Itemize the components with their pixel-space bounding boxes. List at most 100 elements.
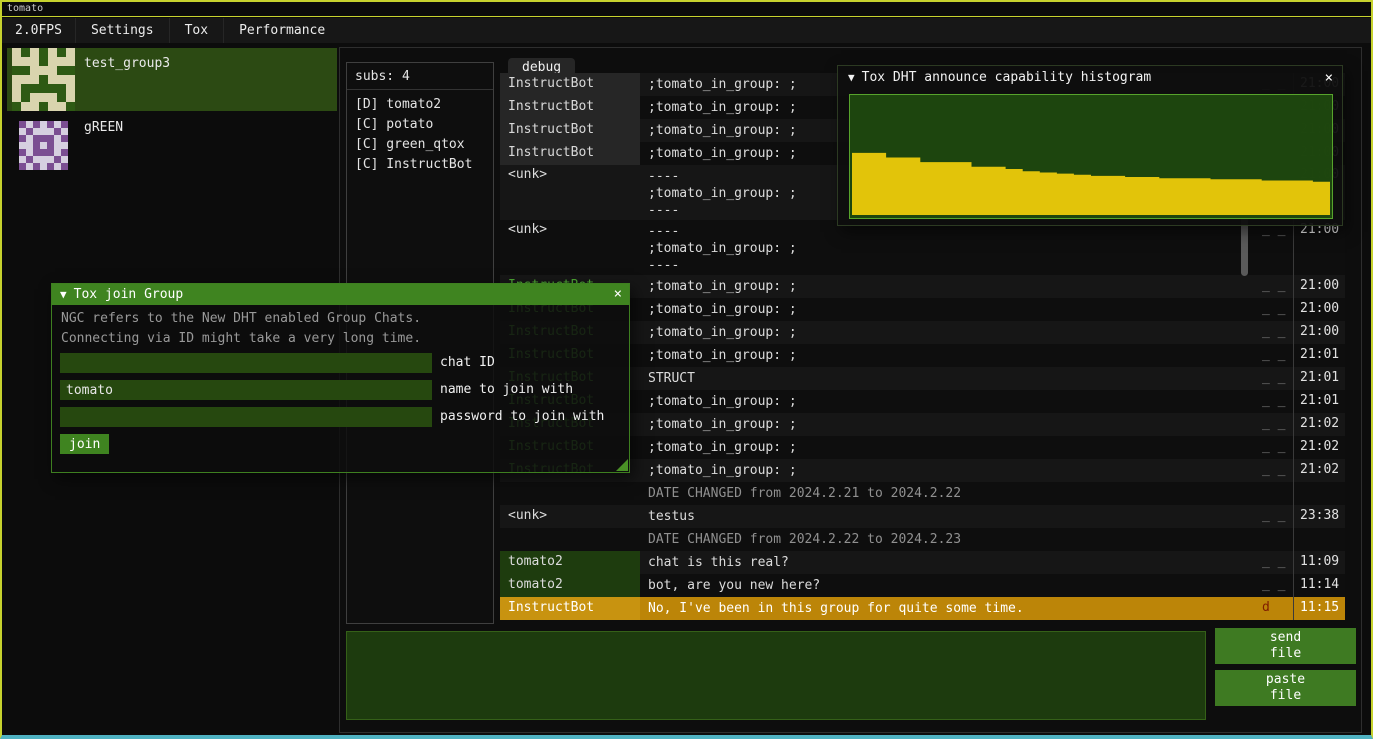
menu-bar: 2.0FPS SettingsToxPerformance (2, 18, 1371, 43)
avatar-pixel (30, 93, 39, 102)
avatar-pixel (54, 135, 61, 142)
collapse-arrow-icon[interactable]: ▼ (848, 71, 855, 84)
avatar-pixel (66, 57, 75, 66)
join-group-body: NGC refers to the New DHT enabled Group … (52, 305, 629, 472)
join-description-line2: Connecting via ID might take a very long… (61, 331, 421, 346)
avatar-pixel (26, 156, 33, 163)
avatar-pixel (26, 121, 33, 128)
dht-histogram-plot (849, 94, 1333, 219)
menu-settings[interactable]: Settings (75, 18, 169, 43)
avatar-pixel (39, 102, 48, 111)
avatar-pixel (48, 93, 57, 102)
message-text: ;tomato_in_group: ; (640, 321, 1256, 344)
subs-list: [D] tomato2[C] potato[C] green_qtox[C] I… (347, 90, 493, 175)
avatar-pixel (61, 156, 68, 163)
avatar-pixel (12, 93, 21, 102)
chat-message-row[interactable]: InstructBotNo, I've been in this group f… (500, 597, 1345, 620)
avatar-pixel (57, 57, 66, 66)
chat-message-row[interactable]: <unk>----;tomato_in_group: ;----_ _21:00 (500, 220, 1345, 275)
date-separator-row[interactable]: DATE CHANGED from 2024.2.22 to 2024.2.23 (500, 528, 1345, 551)
avatar-pixel (48, 57, 57, 66)
group-name: gREEN (84, 120, 123, 135)
message-author (500, 528, 640, 551)
member-item[interactable]: [C] InstructBot (355, 155, 493, 175)
join-button[interactable]: join (60, 434, 109, 454)
join-group-title: Tox join Group (74, 287, 184, 302)
join-description-line1: NGC refers to the New DHT enabled Group … (61, 311, 421, 326)
message-text: ;tomato_in_group: ; (640, 344, 1256, 367)
resize-grip[interactable] (616, 459, 628, 471)
join-field-2: password to join with (60, 407, 604, 427)
receipt-marks: _ _ (1256, 220, 1293, 275)
join-field-0: chat ID (60, 353, 495, 373)
chat-message-row[interactable]: tomato2chat is this real?_ _11:09 (500, 551, 1345, 574)
avatar-pixel (57, 102, 66, 111)
chat-message-row[interactable]: <unk>testus_ _23:38 (500, 505, 1345, 528)
message-text: ----;tomato_in_group: ;---- (640, 220, 1256, 275)
avatar-pixel (54, 163, 61, 170)
avatar-pixel (33, 142, 40, 149)
join-group-window: ▼ Tox join Group × NGC refers to the New … (51, 283, 630, 473)
avatar-pixel (19, 135, 26, 142)
avatar-pixel (61, 128, 68, 135)
send-file-button[interactable]: send file (1215, 628, 1356, 664)
avatar-pixel (61, 149, 68, 156)
avatar-pixel (66, 75, 75, 84)
avatar-pixel (48, 66, 57, 75)
group-item-green[interactable]: gREEN (7, 115, 337, 175)
avatar-pixel (26, 149, 33, 156)
collapse-arrow-icon[interactable]: ▼ (60, 288, 67, 301)
close-icon[interactable]: × (614, 284, 622, 305)
avatar-pixel (19, 156, 26, 163)
avatar-pixel (12, 57, 21, 66)
avatar-pixel (21, 75, 30, 84)
close-icon[interactable]: × (1325, 66, 1333, 90)
member-item[interactable]: [C] potato (355, 115, 493, 135)
message-author: tomato2 (500, 551, 640, 574)
avatar-pixel (40, 163, 47, 170)
avatar-pixel (47, 142, 54, 149)
avatar-pixel (57, 66, 66, 75)
avatar-pixel (61, 135, 68, 142)
receipt-marks: _ _ (1256, 275, 1293, 298)
avatar-pixel (66, 84, 75, 93)
avatar-pixel (61, 142, 68, 149)
avatar-pixel (21, 84, 30, 93)
avatar-pixel (39, 48, 48, 57)
avatar-pixel (57, 93, 66, 102)
avatar-pixel (57, 75, 66, 84)
join-password-input[interactable] (60, 407, 432, 427)
dht-histogram-title: Tox DHT announce capability histogram (862, 70, 1152, 85)
avatar-pixel (61, 163, 68, 170)
avatar-pixel (12, 75, 21, 84)
receipt-marks: _ _ (1256, 551, 1293, 574)
message-input[interactable] (346, 631, 1206, 720)
avatar-pixel (47, 135, 54, 142)
avatar-pixel (19, 163, 26, 170)
message-time: 21:00 (1293, 220, 1345, 275)
menu-performance[interactable]: Performance (223, 18, 340, 43)
avatar-pixel (54, 149, 61, 156)
message-time: 21:00 (1293, 298, 1345, 321)
avatar-pixel (54, 156, 61, 163)
message-time: 21:01 (1293, 367, 1345, 390)
chat-message-row[interactable]: tomato2bot, are you new here?_ _11:14 (500, 574, 1345, 597)
member-item[interactable]: [C] green_qtox (355, 135, 493, 155)
message-author: <unk> (500, 505, 640, 528)
avatar-pixel (40, 142, 47, 149)
message-time: 11:14 (1293, 574, 1345, 597)
member-item[interactable]: [D] tomato2 (355, 95, 493, 115)
dht-histogram-titlebar[interactable]: ▼ Tox DHT announce capability histogram × (838, 66, 1342, 90)
date-separator-row[interactable]: DATE CHANGED from 2024.2.21 to 2024.2.22 (500, 482, 1345, 505)
join-name-input[interactable] (60, 380, 432, 400)
avatar-pixel (40, 156, 47, 163)
join-group-titlebar[interactable]: ▼ Tox join Group × (52, 284, 629, 305)
chat-id-input[interactable] (60, 353, 432, 373)
message-text: ;tomato_in_group: ; (640, 436, 1256, 459)
avatar-pixel (19, 149, 26, 156)
group-item-test_group3[interactable]: test_group3 (7, 48, 337, 111)
message-time: 21:02 (1293, 413, 1345, 436)
paste-file-button[interactable]: paste file (1215, 670, 1356, 706)
message-author: InstructBot (500, 142, 640, 165)
menu-tox[interactable]: Tox (169, 18, 223, 43)
